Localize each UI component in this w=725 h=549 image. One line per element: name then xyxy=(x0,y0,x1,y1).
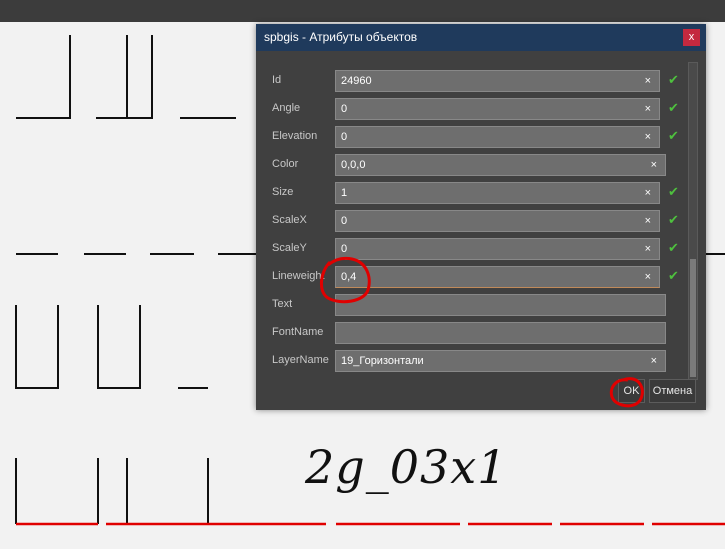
field-label: LayerName xyxy=(272,354,329,366)
angle-field[interactable]: 0 × xyxy=(335,98,660,120)
check-icon: ✔ xyxy=(668,184,679,199)
clear-icon[interactable]: × xyxy=(645,214,651,228)
check-icon: ✔ xyxy=(668,268,679,283)
check-icon: ✔ xyxy=(668,100,679,115)
vertical-scrollbar[interactable] xyxy=(688,62,698,380)
clear-icon[interactable]: × xyxy=(645,102,651,116)
field-row-text: Text xyxy=(256,294,706,316)
check-icon: ✔ xyxy=(668,240,679,255)
field-row-lineweight: Lineweight 0,4 × ✔ xyxy=(256,266,706,288)
size-field[interactable]: 1 × xyxy=(335,182,660,204)
cad-text-label: 2g_03x1 xyxy=(305,440,508,494)
drawing-line xyxy=(16,35,71,119)
clear-icon[interactable]: × xyxy=(651,354,657,368)
field-label: ScaleX xyxy=(272,214,307,226)
field-value: 0,0,0 xyxy=(341,159,366,171)
clear-icon[interactable]: × xyxy=(645,270,651,284)
field-value: 0 xyxy=(341,103,348,115)
field-value: 24960 xyxy=(341,75,372,87)
field-row-scalex: ScaleX 0 × ✔ xyxy=(256,210,706,232)
scrollbar-thumb[interactable] xyxy=(690,259,696,377)
field-row-layername: LayerName 19_Горизонтали × xyxy=(256,350,706,372)
scaley-field[interactable]: 0 × xyxy=(335,238,660,260)
field-value: 0 xyxy=(341,215,348,227)
field-label: Size xyxy=(272,186,294,198)
ok-button[interactable]: OK xyxy=(618,379,645,403)
field-label: Angle xyxy=(272,102,301,114)
fontname-field[interactable] xyxy=(335,322,666,344)
field-value: 19_Горизонтали xyxy=(341,355,424,367)
field-label: Elevation xyxy=(272,130,318,142)
clear-icon[interactable]: × xyxy=(645,242,651,256)
field-value: 0 xyxy=(341,243,348,255)
clear-icon[interactable]: × xyxy=(651,158,657,172)
field-label: ScaleY xyxy=(272,242,307,254)
field-label: Lineweight xyxy=(272,270,325,282)
drawing-line xyxy=(15,305,59,389)
color-field[interactable]: 0,0,0 × xyxy=(335,154,666,176)
check-icon: ✔ xyxy=(668,212,679,227)
drawing-line xyxy=(127,35,153,119)
field-row-elevation: Elevation 0 × ✔ xyxy=(256,126,706,148)
dialog-titlebar[interactable]: spbgis - Атрибуты объектов x xyxy=(256,24,706,51)
field-row-angle: Angle 0 × ✔ xyxy=(256,98,706,120)
id-field[interactable]: 24960 × xyxy=(335,70,660,92)
field-row-fontname: FontName xyxy=(256,322,706,344)
drawing-line xyxy=(97,305,141,389)
field-row-color: Color 0,0,0 × xyxy=(256,154,706,176)
field-value: 1 xyxy=(341,187,348,199)
clear-icon[interactable]: × xyxy=(645,130,651,144)
field-label: Color xyxy=(272,158,299,170)
field-row-size: Size 1 × ✔ xyxy=(256,182,706,204)
field-row-scaley: ScaleY 0 × ✔ xyxy=(256,238,706,260)
clear-icon[interactable]: × xyxy=(645,186,651,200)
dialog-title: spbgis - Атрибуты объектов xyxy=(264,30,418,44)
field-label: Text xyxy=(272,298,293,310)
field-label: Id xyxy=(272,74,282,86)
clear-icon[interactable]: × xyxy=(645,74,651,88)
check-icon: ✔ xyxy=(668,72,679,87)
text-field[interactable] xyxy=(335,294,666,316)
field-label: FontName xyxy=(272,326,324,338)
field-value: 0 xyxy=(341,131,348,143)
field-value: 0,4 xyxy=(341,271,357,283)
layername-field[interactable]: 19_Горизонтали × xyxy=(335,350,666,372)
elevation-field[interactable]: 0 × xyxy=(335,126,660,148)
object-attributes-dialog: spbgis - Атрибуты объектов x Id 24960 × … xyxy=(256,24,706,410)
drawing-line xyxy=(96,35,128,119)
lineweight-field[interactable]: 0,4 × xyxy=(335,266,660,288)
field-row-id: Id 24960 × ✔ xyxy=(256,70,706,92)
cancel-button[interactable]: Отмена xyxy=(649,379,696,403)
top-toolbar-strip xyxy=(0,0,725,22)
close-button[interactable]: x xyxy=(683,29,700,46)
scalex-field[interactable]: 0 × xyxy=(335,210,660,232)
check-icon: ✔ xyxy=(668,128,679,143)
